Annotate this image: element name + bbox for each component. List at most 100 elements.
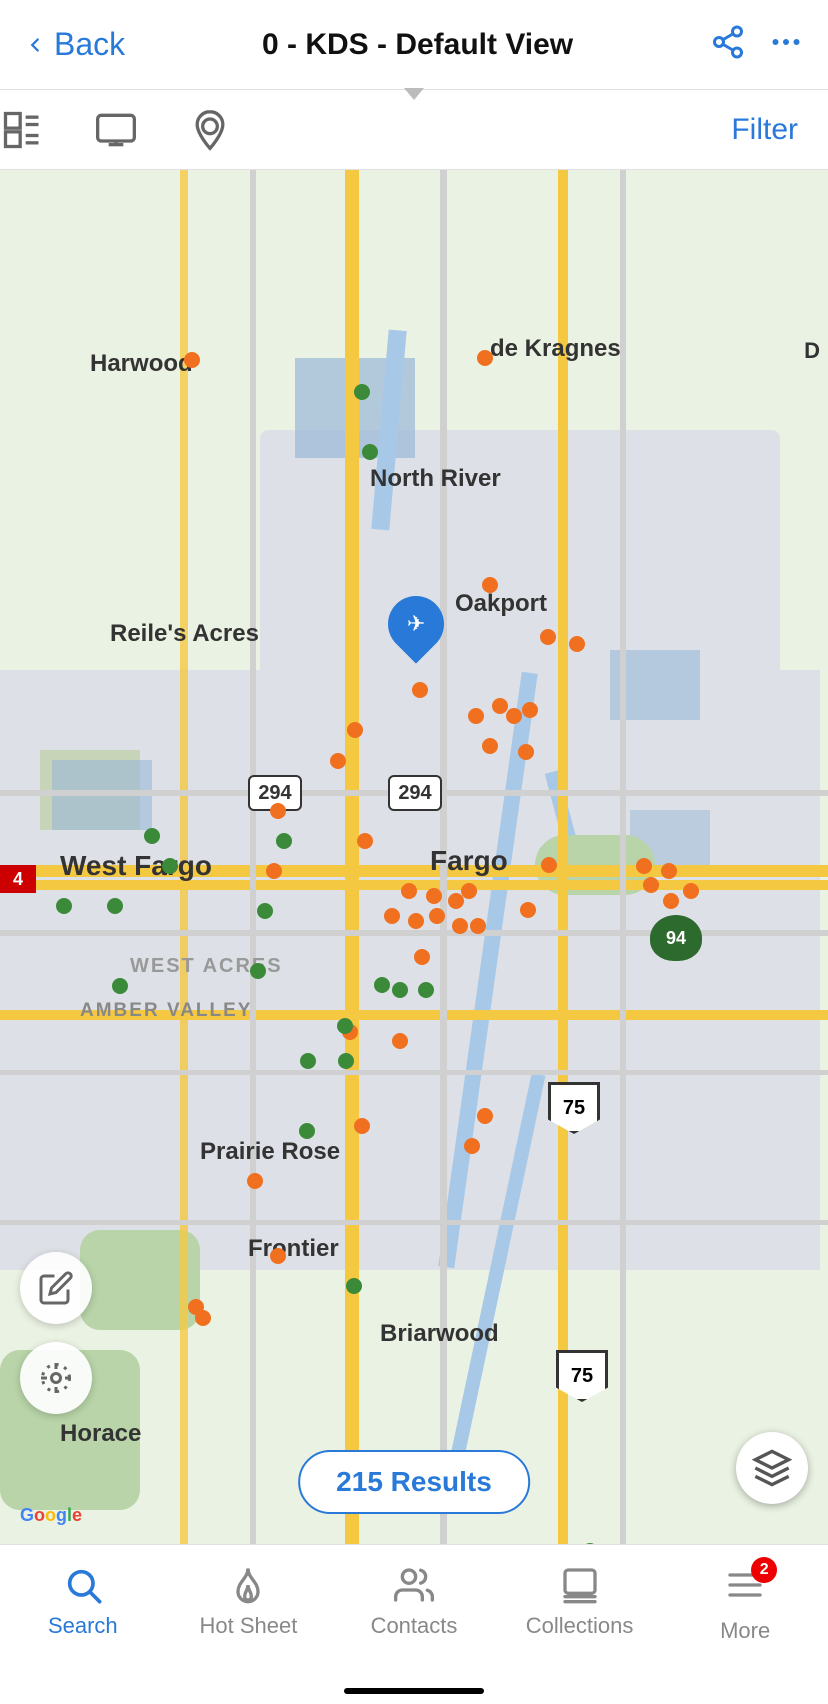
map-pin-icon[interactable] [188, 108, 232, 152]
orange-dot [683, 883, 699, 899]
map-background: Harwood de Kragnes North River Oakport R… [0, 170, 828, 1544]
nav-item-more[interactable]: 2 More [662, 1565, 828, 1644]
green-dot [257, 903, 273, 919]
share-icon[interactable] [710, 24, 746, 65]
orange-dot [482, 738, 498, 754]
orange-dot [518, 744, 534, 760]
green-dot [374, 977, 390, 993]
green-dot [300, 1053, 316, 1069]
road-gray-v1 [440, 170, 447, 1544]
back-button[interactable]: Back [24, 26, 125, 63]
orange-dot [330, 753, 346, 769]
header-actions [710, 24, 804, 65]
green-dot [354, 384, 370, 400]
orange-dot [464, 1138, 480, 1154]
orange-dot [270, 803, 286, 819]
edit-fab-button[interactable] [20, 1252, 92, 1324]
green-dot [337, 1018, 353, 1034]
orange-dot [247, 1173, 263, 1189]
monitor-icon[interactable] [94, 108, 138, 152]
green-dot [162, 858, 178, 874]
orange-dot [492, 698, 508, 714]
results-pill[interactable]: 215 Results [298, 1450, 530, 1514]
orange-dot [392, 1033, 408, 1049]
orange-dot [569, 636, 585, 652]
orange-dot [347, 722, 363, 738]
green-dot [299, 1123, 315, 1139]
orange-dot [661, 863, 677, 879]
green-dot [362, 444, 378, 460]
green-dot [112, 978, 128, 994]
filter-button[interactable]: Filter [731, 113, 798, 147]
orange-dot [195, 1310, 211, 1326]
layers-fab-button[interactable] [736, 1432, 808, 1504]
orange-dot [270, 1248, 286, 1264]
green-dot [346, 1278, 362, 1294]
orange-dot [461, 883, 477, 899]
road-gray-v3 [620, 170, 626, 1544]
road-secondary-v [180, 170, 188, 1544]
nav-label-contacts: Contacts [371, 1613, 458, 1639]
orange-dot [540, 629, 556, 645]
list-detail-icon[interactable] [0, 108, 44, 152]
orange-dot [482, 577, 498, 593]
nav-label-search: Search [48, 1613, 118, 1639]
green-dot [144, 828, 160, 844]
orange-dot [522, 702, 538, 718]
dropdown-arrow [404, 88, 424, 100]
orange-dot [643, 877, 659, 893]
orange-dot [266, 863, 282, 879]
orange-dot [408, 913, 424, 929]
nav-item-search[interactable]: Search [0, 1565, 166, 1639]
orange-dot [426, 888, 442, 904]
nav-label-collections: Collections [526, 1613, 634, 1639]
road-gray-h4 [0, 1220, 828, 1225]
green-dot [392, 982, 408, 998]
orange-dot [414, 949, 430, 965]
road-gray-h2 [0, 930, 828, 936]
orange-dot [520, 902, 536, 918]
google-logo: Google [20, 1505, 82, 1526]
page-title: 0 - KDS - Default View [125, 28, 710, 62]
more-badge: 2 [751, 1557, 777, 1583]
road-horizontal-main [0, 865, 828, 877]
orange-dot [429, 908, 445, 924]
orange-dot [354, 1118, 370, 1134]
orange-dot [477, 1108, 493, 1124]
orange-dot [452, 918, 468, 934]
toolbar: Filter [0, 90, 828, 170]
map-label-d: D [804, 338, 820, 364]
more-options-icon[interactable] [768, 24, 804, 65]
orange-dot [468, 708, 484, 724]
road-vertical-center [345, 170, 359, 1544]
green-dot [250, 963, 266, 979]
road-vertical-right [558, 170, 568, 1544]
green-dot [338, 1053, 354, 1069]
bottom-nav: Search Hot Sheet Contacts Collections [0, 1544, 828, 1704]
green-dot [56, 898, 72, 914]
orange-dot [636, 858, 652, 874]
nav-item-collections[interactable]: Collections [497, 1565, 663, 1639]
orange-dot [541, 857, 557, 873]
location-fab-button[interactable] [20, 1342, 92, 1414]
results-count: 215 Results [336, 1466, 492, 1498]
orange-dot [184, 352, 200, 368]
nav-item-contacts[interactable]: Contacts [331, 1565, 497, 1639]
airport-marker: ✈ [386, 596, 446, 668]
nav-item-hotsheet[interactable]: Hot Sheet [166, 1565, 332, 1639]
home-indicator [344, 1688, 484, 1694]
road-gray-h3 [0, 1070, 828, 1075]
orange-dot [384, 908, 400, 924]
orange-dot [401, 883, 417, 899]
orange-dot [470, 918, 486, 934]
back-label: Back [54, 26, 125, 63]
shield-294-right: 294 [388, 775, 442, 811]
orange-dot [357, 833, 373, 849]
shield-4: 4 [0, 865, 36, 893]
nav-label-hotsheet: Hot Sheet [199, 1613, 297, 1639]
header: Back 0 - KDS - Default View [0, 0, 828, 90]
green-dot [107, 898, 123, 914]
road-gray-v2 [250, 170, 256, 1544]
map-label-dekragnes: de Kragnes [490, 335, 621, 363]
map-container[interactable]: Harwood de Kragnes North River Oakport R… [0, 170, 828, 1544]
